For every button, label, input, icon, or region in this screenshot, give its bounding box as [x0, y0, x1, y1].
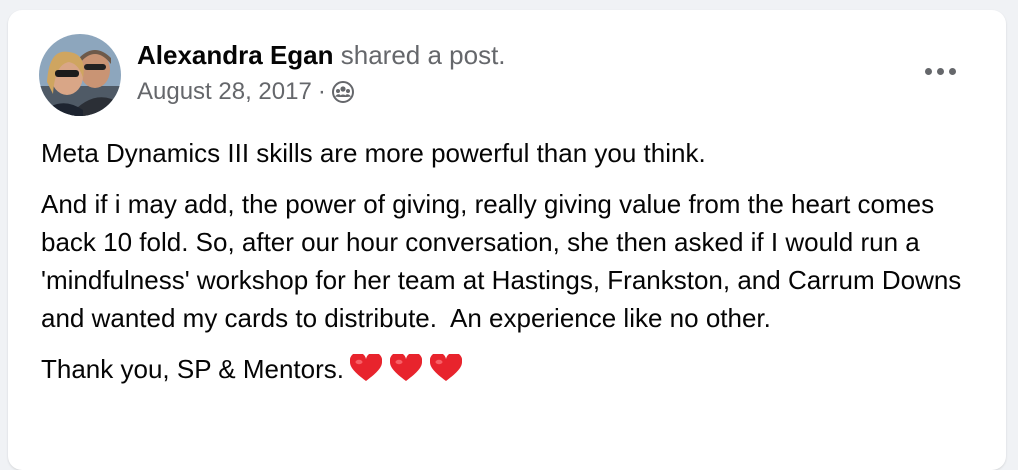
dot	[924, 67, 932, 75]
dot	[948, 67, 956, 75]
post-paragraph-1: Meta Dynamics III skills are more powerf…	[41, 138, 706, 168]
shared-action-text: shared a post.	[333, 40, 506, 70]
dot	[936, 67, 944, 75]
friends-icon[interactable]	[331, 81, 354, 103]
heart-emojis	[350, 354, 462, 382]
post-text: Meta Dynamics III skills are more powerf…	[41, 134, 981, 401]
post-paragraph-2: And if i may add, the power of giving, r…	[41, 189, 969, 333]
post-paragraph-3: Thank you, SP & Mentors.	[41, 350, 981, 388]
heart-emoji	[430, 354, 462, 381]
post-card: Alexandra Egan shared a post. August 28,…	[8, 10, 1006, 470]
meta-separator: ·	[317, 78, 326, 105]
post-date[interactable]: August 28, 2017	[137, 77, 312, 107]
post-header: Alexandra Egan shared a post.	[137, 39, 506, 71]
heart-emoji	[350, 354, 382, 381]
post-meta: August 28, 2017 ·	[137, 77, 354, 107]
heart-emoji	[390, 354, 422, 381]
more-options-icon[interactable]	[916, 56, 964, 86]
post-paragraph-3-text: Thank you, SP & Mentors.	[41, 354, 344, 384]
author-name[interactable]: Alexandra Egan	[137, 40, 334, 70]
avatar[interactable]	[39, 34, 121, 116]
